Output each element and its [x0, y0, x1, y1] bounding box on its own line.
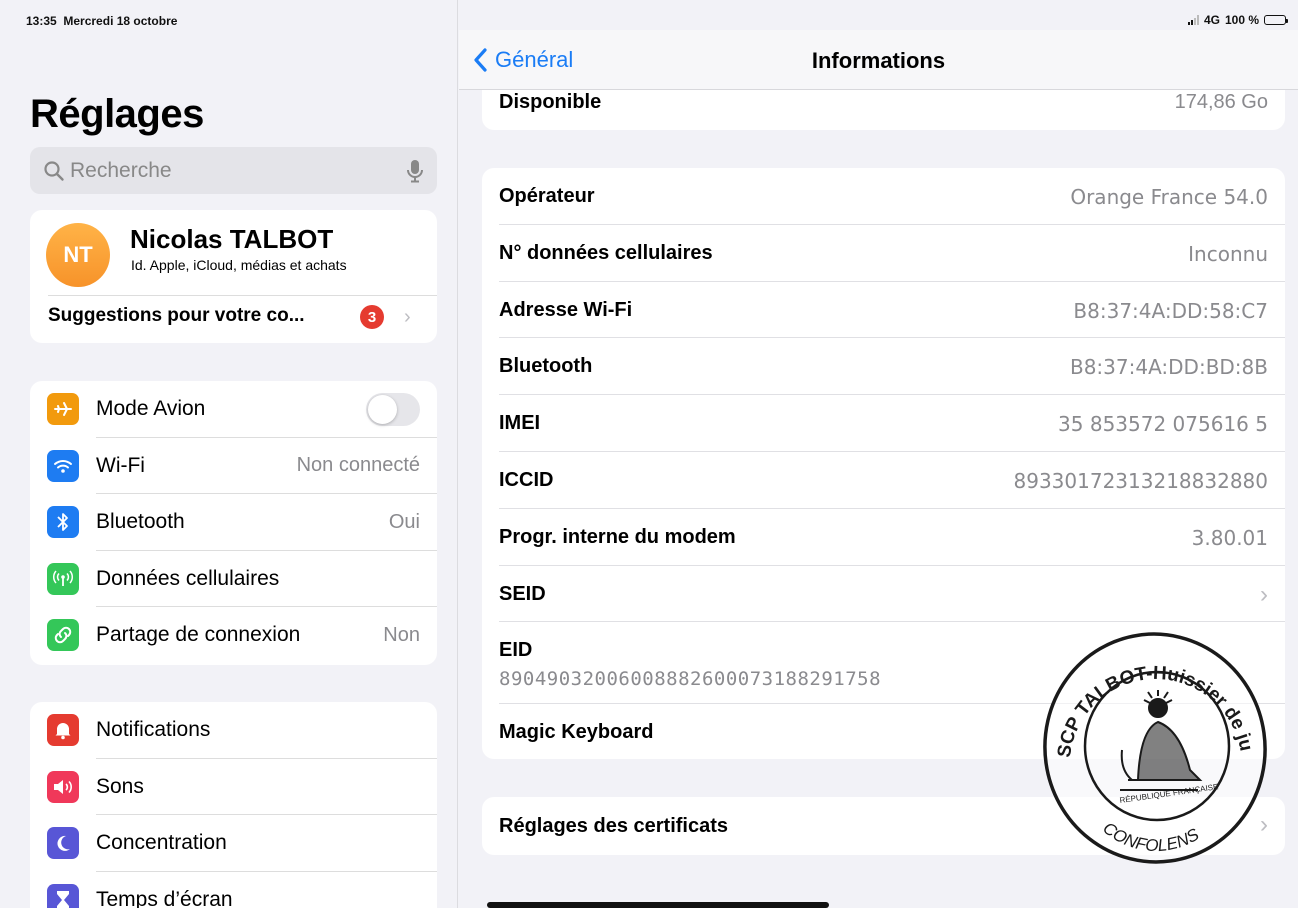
chevron-right-icon: ›	[1260, 580, 1268, 608]
info-value: 89330172313218832880	[1013, 468, 1269, 493]
info-label: ICCID	[499, 468, 554, 491]
sidebar-item-screen-time[interactable]: Temps d’écran	[30, 872, 437, 908]
chevron-right-icon: ›	[1260, 811, 1268, 838]
info-value: Orange France 54.0	[1070, 185, 1268, 209]
divider	[48, 295, 437, 296]
connectivity-group: Mode Avion Wi-Fi Non connecté Bluetooth …	[30, 381, 437, 665]
info-label: Adresse Wi-Fi	[499, 298, 633, 321]
main-panel: Général Informations Disponible 174,86 G…	[459, 0, 1298, 908]
wifi-status: Non connecté	[296, 454, 420, 477]
suggestions-item[interactable]: Suggestions pour votre co...	[48, 305, 305, 327]
sidebar-item-bluetooth[interactable]: Bluetooth Oui	[30, 494, 437, 551]
sidebar-item-label: Notifications	[96, 718, 211, 742]
info-row-bluetooth: Bluetooth B8:37:4A:DD:BD:8B	[482, 338, 1285, 396]
info-value: 3.80.01	[1191, 525, 1268, 550]
nav-bar: Général Informations	[459, 30, 1298, 90]
certificates-row[interactable]: Réglages des certificats ›	[482, 797, 1285, 855]
search-icon	[44, 160, 64, 181]
info-row-eid: EID 89049032006008882600073188291758	[482, 622, 1285, 705]
bell-icon	[47, 714, 79, 747]
bluetooth-icon	[47, 506, 79, 539]
notifications-group: Notifications Sons Concentration Temps d…	[30, 702, 437, 908]
hotspot-status: Non	[383, 623, 420, 646]
profile-subtitle: Id. Apple, iCloud, médias et achats	[131, 257, 347, 273]
sidebar: Réglages Recherche NT Nicolas TALBOT Id.…	[0, 0, 458, 908]
info-value: 35 853572 075616 5	[1058, 412, 1268, 437]
search-placeholder: Recherche	[70, 158, 172, 182]
profile-name: Nicolas TALBOT	[130, 224, 334, 254]
sidebar-item-label: Données cellulaires	[96, 566, 280, 590]
avatar: NT	[46, 223, 110, 287]
info-row-imei: IMEI 35 853572 075616 5	[482, 395, 1285, 452]
sidebar-item-label: Bluetooth	[96, 510, 185, 534]
info-label: Bluetooth	[499, 355, 593, 378]
hotspot-icon	[47, 619, 79, 652]
info-value: B8:37:4A:DD:58:C7	[1073, 298, 1268, 323]
info-row-cellular-number: N° données cellulaires Inconnu	[482, 225, 1285, 282]
info-row-iccid: ICCID 89330172313218832880	[482, 452, 1285, 509]
notification-badge: 3	[360, 305, 384, 329]
chevron-right-icon: ›	[404, 306, 411, 328]
sidebar-item-airplane-mode[interactable]: Mode Avion	[30, 381, 437, 438]
info-label: EID	[499, 639, 533, 662]
home-indicator[interactable]	[487, 902, 829, 908]
info-label: N° données cellulaires	[499, 241, 713, 264]
info-label: IMEI	[499, 412, 541, 435]
available-label: Disponible	[499, 91, 602, 113]
info-row-seid[interactable]: SEID ›	[482, 566, 1285, 623]
device-info-card: Opérateur Orange France 54.0 N° données …	[482, 168, 1285, 759]
bluetooth-status: Oui	[388, 510, 420, 533]
info-label: Opérateur	[499, 185, 595, 207]
sidebar-item-label: Mode Avion	[96, 397, 206, 421]
sidebar-item-cellular[interactable]: Données cellulaires	[30, 551, 437, 607]
info-label: SEID	[499, 582, 546, 605]
airplane-icon	[47, 393, 79, 426]
info-label: Progr. interne du modem	[499, 525, 736, 548]
sidebar-item-label: Partage de connexion	[96, 623, 301, 647]
info-row-magic-keyboard: Magic Keyboard	[482, 704, 1285, 759]
sidebar-item-sounds[interactable]: Sons	[30, 759, 437, 815]
eid-value: 89049032006008882600073188291758	[499, 668, 882, 691]
hourglass-icon	[47, 883, 79, 908]
sidebar-item-hotspot[interactable]: Partage de connexion Non	[30, 607, 437, 664]
airplane-mode-toggle[interactable]	[366, 392, 420, 426]
sidebar-item-label: Sons	[96, 774, 144, 798]
moon-icon	[47, 827, 79, 860]
apple-id-card[interactable]: NT Nicolas TALBOT Id. Apple, iCloud, méd…	[30, 210, 437, 343]
sidebar-title: Réglages	[30, 92, 204, 136]
sidebar-item-notifications[interactable]: Notifications	[30, 702, 437, 759]
certificates-label: Réglages des certificats	[499, 815, 728, 837]
sidebar-item-label: Concentration	[96, 831, 227, 855]
sidebar-item-focus[interactable]: Concentration	[30, 815, 437, 872]
sidebar-item-wifi[interactable]: Wi-Fi Non connecté	[30, 438, 437, 494]
microphone-icon[interactable]	[405, 158, 425, 184]
info-row-carrier: Opérateur Orange France 54.0	[482, 168, 1285, 225]
available-value: 174,86 Go	[1174, 91, 1268, 113]
antenna-icon	[47, 562, 79, 595]
page-title: Informations	[811, 48, 946, 73]
speaker-icon	[47, 770, 79, 803]
info-label: Magic Keyboard	[499, 721, 654, 744]
info-row-modem-firmware: Progr. interne du modem 3.80.01	[482, 509, 1285, 566]
info-row-wifi-address: Adresse Wi-Fi B8:37:4A:DD:58:C7	[482, 282, 1285, 339]
info-value: B8:37:4A:DD:BD:8B	[1069, 355, 1268, 380]
sidebar-item-label: Temps d’écran	[96, 887, 233, 908]
sidebar-item-label: Wi-Fi	[96, 453, 145, 477]
wifi-icon	[47, 449, 79, 482]
search-field[interactable]: Recherche	[30, 147, 437, 194]
info-value: Inconnu	[1188, 241, 1268, 266]
